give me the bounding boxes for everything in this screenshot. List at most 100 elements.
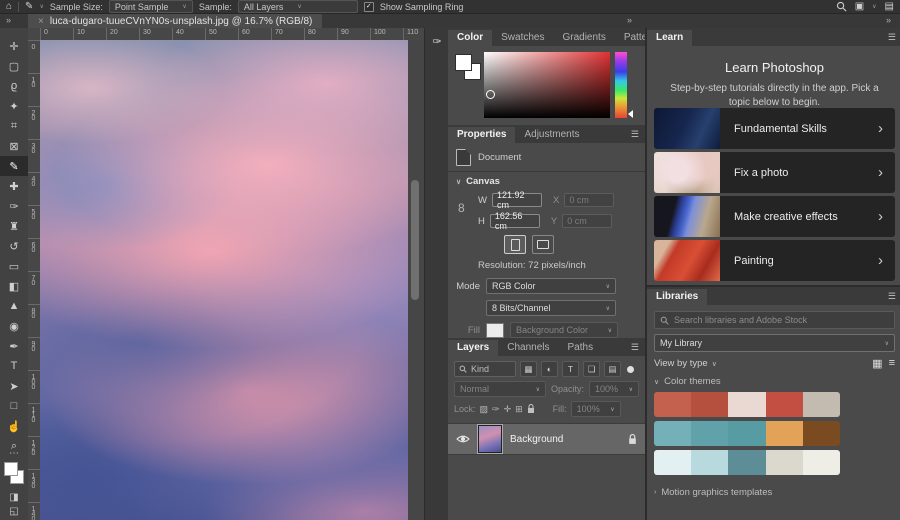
- tool-shape[interactable]: □: [0, 396, 28, 416]
- foreground-background-swatches[interactable]: [4, 462, 24, 484]
- lock-artboard-icon[interactable]: ⊞: [515, 404, 523, 415]
- tab-paths[interactable]: Paths: [559, 340, 603, 356]
- layer-name[interactable]: Background: [510, 434, 563, 445]
- tool-eraser[interactable]: ▭: [0, 256, 28, 276]
- toolbar-collapse-icon[interactable]: »: [6, 15, 11, 25]
- tool-brush[interactable]: ✑: [0, 196, 28, 216]
- dock-collapse-icon[interactable]: »: [627, 15, 632, 25]
- learn-item-painting[interactable]: Painting ›: [654, 240, 895, 281]
- color-theme-row[interactable]: [654, 450, 840, 475]
- layer-row-background[interactable]: Background: [448, 423, 645, 455]
- eyedropper-tool-icon[interactable]: ✎: [25, 2, 33, 12]
- sample-size-dropdown[interactable]: Point Sample ∨: [109, 0, 193, 13]
- foreground-color-swatch[interactable]: [4, 462, 18, 476]
- tool-lasso[interactable]: ϱ: [0, 76, 28, 96]
- list-view-icon[interactable]: ≡: [889, 357, 895, 370]
- link-dimensions-icon[interactable]: 8: [458, 201, 465, 215]
- color-panel-fgbg-swatches[interactable]: [455, 54, 481, 80]
- tool-crop[interactable]: ⌗: [0, 116, 28, 136]
- view-by-type-label[interactable]: View by type: [654, 358, 708, 369]
- tab-libraries[interactable]: Libraries: [647, 289, 707, 305]
- panel-menu-icon[interactable]: ☰: [882, 32, 900, 46]
- color-theme-swatch[interactable]: [766, 421, 803, 446]
- tool-frame[interactable]: ⊠: [0, 136, 28, 156]
- home-icon[interactable]: ⌂: [6, 2, 12, 12]
- foreground-color-swatch[interactable]: [455, 54, 472, 71]
- color-theme-swatch[interactable]: [766, 450, 803, 475]
- tool-hand[interactable]: ☝: [0, 416, 28, 436]
- layer-visibility-eye-icon[interactable]: [456, 434, 470, 444]
- tab-properties[interactable]: Properties: [448, 127, 515, 143]
- grid-view-icon[interactable]: ▦: [872, 357, 882, 370]
- edit-toolbar-icon[interactable]: ⋯: [0, 448, 28, 459]
- tool-marquee[interactable]: ▢: [0, 56, 28, 76]
- canvas-section-header[interactable]: ∨ Canvas: [456, 176, 637, 187]
- color-spectrum-field[interactable]: [484, 52, 610, 118]
- library-dropdown[interactable]: My Library ∨: [654, 334, 895, 352]
- color-theme-row[interactable]: [654, 392, 840, 417]
- motion-graphics-section-header[interactable]: › Motion graphics templates: [654, 487, 895, 498]
- color-mode-dropdown[interactable]: RGB Color ∨: [486, 278, 616, 294]
- tool-type[interactable]: T: [0, 356, 28, 376]
- learn-item-make-creative-effects[interactable]: Make creative effects ›: [654, 196, 895, 237]
- color-theme-swatch[interactable]: [691, 421, 728, 446]
- color-theme-swatch[interactable]: [654, 421, 691, 446]
- tool-gradient[interactable]: ◧: [0, 276, 28, 296]
- workspace-switcher-icon[interactable]: ▣: [855, 2, 864, 12]
- filter-adjustment-layers-icon[interactable]: ◐: [541, 361, 558, 377]
- tab-adjustments[interactable]: Adjustments: [515, 127, 588, 143]
- color-theme-swatch[interactable]: [803, 392, 840, 417]
- tool-history-brush[interactable]: ↺: [0, 236, 28, 256]
- color-theme-swatch[interactable]: [728, 450, 765, 475]
- panel-options-icon[interactable]: ▤: [885, 2, 894, 12]
- layer-filter-kind-dropdown[interactable]: Kind: [454, 361, 516, 377]
- color-theme-swatch[interactable]: [691, 450, 728, 475]
- search-icon[interactable]: [836, 1, 847, 12]
- tool-preset-chevron-icon[interactable]: ∨: [39, 3, 43, 10]
- tool-magic-wand[interactable]: ✦: [0, 96, 28, 116]
- landscape-orientation-button[interactable]: [532, 235, 554, 254]
- tab-layers[interactable]: Layers: [448, 340, 498, 356]
- width-field[interactable]: 121.92 cm: [492, 193, 542, 207]
- tool-move[interactable]: ✛: [0, 36, 28, 56]
- panel-menu-icon[interactable]: ☰: [625, 342, 645, 356]
- libraries-search-input[interactable]: Search libraries and Adobe Stock: [654, 311, 895, 329]
- tool-path-selection[interactable]: ➤: [0, 376, 28, 396]
- screen-mode-icon[interactable]: ◱: [0, 506, 28, 517]
- color-theme-swatch[interactable]: [766, 392, 803, 417]
- vertical-scrollbar[interactable]: [411, 180, 419, 300]
- dock-collapse-icon[interactable]: »: [886, 15, 891, 25]
- tab-gradients[interactable]: Gradients: [553, 30, 614, 46]
- filter-pixel-layers-icon[interactable]: ▦: [520, 361, 537, 377]
- lock-position-icon[interactable]: ✛: [504, 404, 512, 415]
- tool-healing-brush[interactable]: ✚: [0, 176, 28, 196]
- tool-eyedropper[interactable]: ✎: [0, 156, 28, 176]
- tool-blur[interactable]: ▲: [0, 296, 28, 316]
- color-theme-swatch[interactable]: [654, 392, 691, 417]
- tab-channels[interactable]: Channels: [498, 340, 558, 356]
- color-theme-swatch[interactable]: [654, 450, 691, 475]
- hue-slider[interactable]: [615, 52, 627, 118]
- document-tab[interactable]: × luca-dugaro-tuueCVnYN0s-unsplash.jpg @…: [28, 14, 322, 28]
- height-field[interactable]: 162.56 cm: [490, 214, 540, 228]
- tab-swatches[interactable]: Swatches: [492, 30, 553, 46]
- tab-close-icon[interactable]: ×: [38, 16, 44, 27]
- sample-dropdown[interactable]: All Layers ∨: [238, 0, 358, 13]
- color-themes-section-header[interactable]: ∨ Color themes: [654, 376, 895, 387]
- lock-all-icon[interactable]: [527, 404, 535, 414]
- filter-toggle-icon[interactable]: [627, 366, 634, 373]
- color-theme-swatch[interactable]: [728, 421, 765, 446]
- learn-item-fundamental-skills[interactable]: Fundamental Skills ›: [654, 108, 895, 149]
- panel-menu-icon[interactable]: ☰: [625, 129, 645, 143]
- filter-type-layers-icon[interactable]: T: [562, 361, 579, 377]
- tool-clone-stamp[interactable]: ♜: [0, 216, 28, 236]
- quick-mask-icon[interactable]: ◨: [0, 492, 28, 503]
- tab-learn[interactable]: Learn: [647, 30, 692, 46]
- tool-pen[interactable]: ✒: [0, 336, 28, 356]
- color-theme-swatch[interactable]: [691, 392, 728, 417]
- collapsed-panel-icon[interactable]: ✑: [429, 33, 445, 49]
- color-theme-swatch[interactable]: [728, 392, 765, 417]
- layer-locked-icon[interactable]: [628, 434, 637, 445]
- filter-shape-layers-icon[interactable]: ❏: [583, 361, 600, 377]
- lock-transparency-icon[interactable]: ▨: [480, 404, 489, 415]
